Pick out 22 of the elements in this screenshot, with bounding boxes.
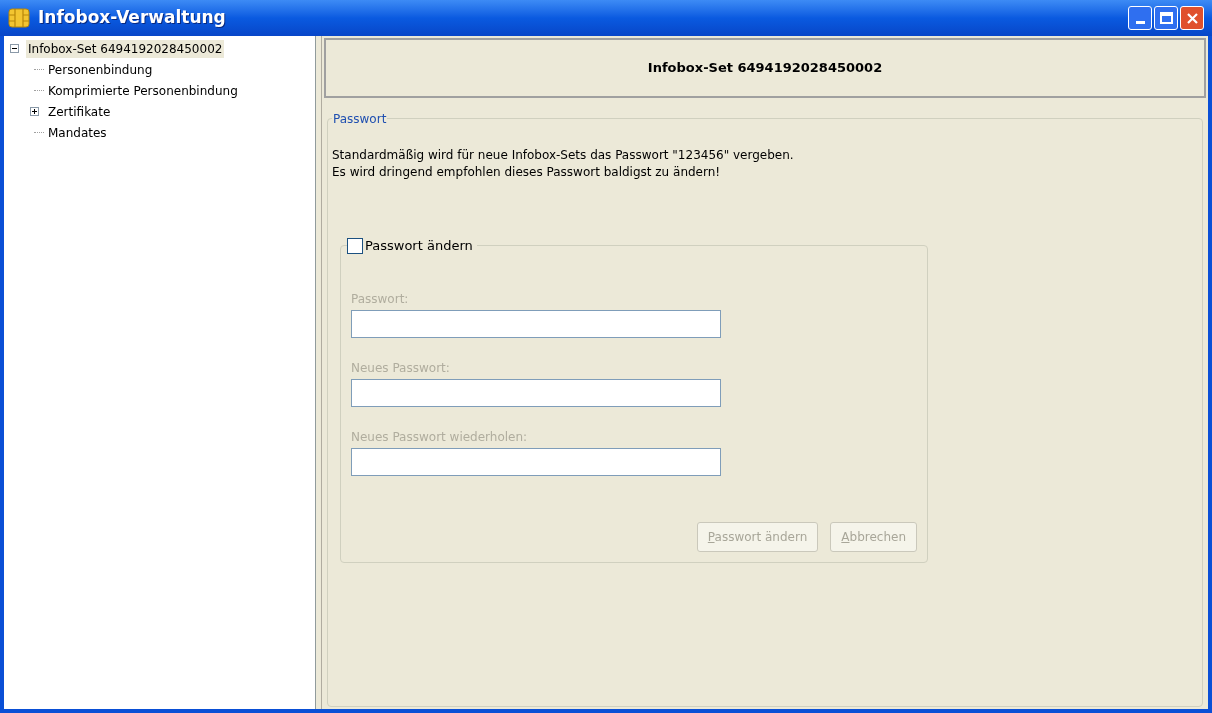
collapse-icon[interactable] (10, 44, 19, 53)
tree-item[interactable]: Infobox-Set 6494192028450002 (26, 39, 225, 58)
tree-item[interactable]: Komprimierte Personenbindung (46, 81, 240, 100)
maximize-icon (1159, 12, 1173, 24)
minimize-button[interactable] (1128, 6, 1152, 30)
field-label: Neues Passwort wiederholen: (351, 429, 529, 445)
maximize-button[interactable] (1154, 6, 1178, 30)
field-label: Passwort: (351, 291, 410, 307)
field-label: Neues Passwort: (351, 360, 451, 376)
close-icon (1185, 11, 1199, 25)
tree-item[interactable]: Zertifikate (46, 102, 113, 121)
tree-item[interactable]: Personenbindung (46, 60, 155, 79)
info-text: Es wird dringend empfohlen dieses Passwort baldigst zu ändern! (332, 164, 722, 181)
checkbox[interactable] (347, 237, 363, 254)
minimize-icon (1135, 21, 1145, 24)
expand-icon[interactable] (30, 107, 39, 116)
header-title: Infobox-Set 6494192028450002 (647, 59, 883, 78)
chip-icon (8, 8, 30, 28)
window-title: Infobox-Verwaltung (38, 6, 226, 30)
tree-item[interactable]: Mandates (46, 123, 109, 142)
close-button[interactable] (1180, 6, 1204, 30)
info-text: Standardmäßig wird für neue Infobox-Sets das Passwort "123456" vergeben. (332, 147, 795, 164)
